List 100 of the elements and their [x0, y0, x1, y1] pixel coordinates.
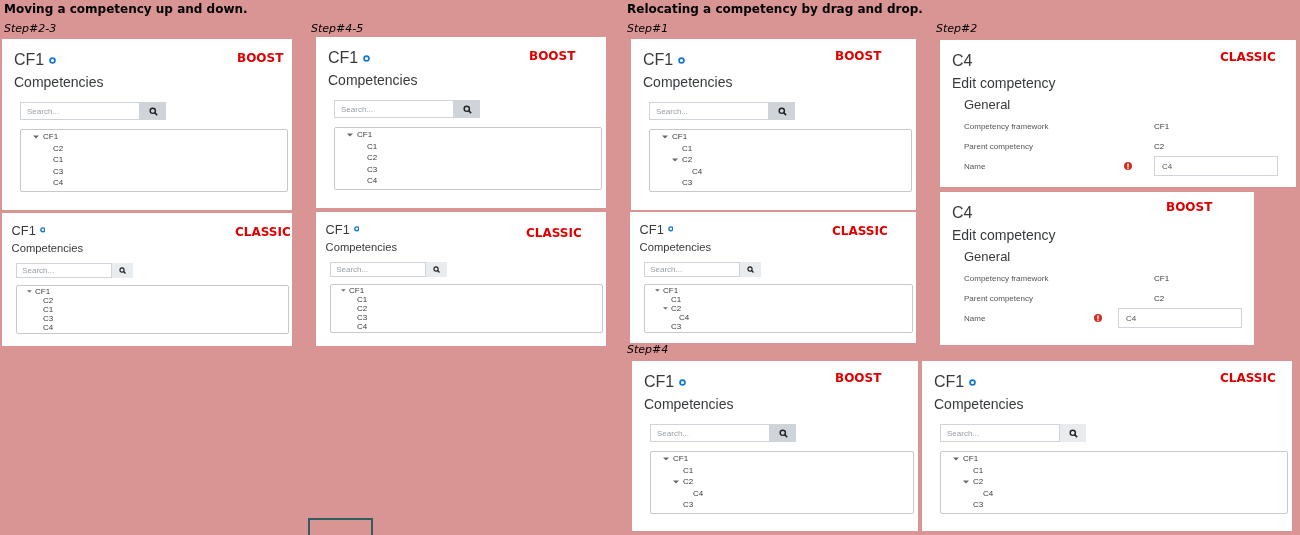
- tree-item[interactable]: C1: [367, 141, 378, 151]
- caret-icon[interactable]: [663, 305, 668, 311]
- required-icon: [1124, 162, 1132, 170]
- tree-item[interactable]: C2: [53, 143, 64, 153]
- tree-item[interactable]: C4: [679, 312, 690, 322]
- field-label: Parent competency: [964, 293, 1034, 303]
- field-value: C2: [1154, 293, 1165, 303]
- caret-icon[interactable]: [27, 288, 32, 294]
- tree-item[interactable]: C4: [983, 488, 994, 498]
- tree-item[interactable]: CF1: [662, 285, 679, 295]
- page-subtitle: Competencies: [11, 241, 85, 254]
- tree-item[interactable]: C2: [367, 153, 378, 163]
- tree-item[interactable]: C3: [53, 166, 64, 176]
- page-subtitle: Competencies: [639, 240, 713, 253]
- theme-label: BOOST: [237, 51, 284, 65]
- tree-item[interactable]: C3: [973, 500, 984, 510]
- tree-item[interactable]: C3: [357, 312, 368, 322]
- search-button[interactable]: [454, 100, 480, 118]
- tree-item[interactable]: CF1: [673, 454, 689, 464]
- search-button[interactable]: [770, 424, 796, 442]
- tree-item[interactable]: C1: [357, 294, 368, 304]
- search-field[interactable]: Search...: [940, 424, 1060, 442]
- tree-item[interactable]: C2: [357, 303, 368, 313]
- caret-icon[interactable]: [655, 287, 660, 293]
- step-label: Step#2-3: [4, 22, 57, 35]
- page-title: CF1: [934, 373, 965, 391]
- search-button[interactable]: [112, 263, 134, 278]
- tree-item[interactable]: CF1: [963, 454, 979, 464]
- search-button[interactable]: [1060, 424, 1086, 442]
- caret-icon[interactable]: [662, 133, 668, 140]
- caret-icon[interactable]: [672, 156, 678, 163]
- tree-item[interactable]: CF1: [34, 286, 51, 296]
- tree-item[interactable]: C4: [367, 176, 378, 186]
- tree-item[interactable]: C1: [671, 294, 682, 304]
- tree-item[interactable]: C4: [692, 166, 703, 176]
- step-label: Step#1: [627, 22, 669, 35]
- field-value: CF1: [1154, 121, 1170, 131]
- tree-item[interactable]: C2: [973, 477, 984, 487]
- tree-item[interactable]: C1: [683, 465, 694, 475]
- caret-icon[interactable]: [963, 478, 969, 485]
- section-heading: Moving a competency up and down.: [4, 2, 248, 16]
- tree-item[interactable]: C3: [671, 321, 682, 331]
- tree-item[interactable]: C1: [43, 304, 54, 314]
- search-field[interactable]: Search...: [16, 263, 113, 278]
- search-field[interactable]: Search...: [644, 262, 741, 277]
- search-field[interactable]: Search...: [20, 102, 140, 120]
- page-subtitle: Edit competency: [952, 227, 1057, 243]
- tree-item[interactable]: C4: [53, 178, 64, 188]
- theme-label: CLASSIC: [1220, 371, 1276, 385]
- section-heading: General: [964, 249, 1012, 264]
- search-icon: [119, 266, 127, 274]
- tree-item[interactable]: CF1: [348, 285, 365, 295]
- tree-item[interactable]: CF1: [357, 130, 373, 140]
- tree-item[interactable]: C2: [43, 295, 54, 305]
- tree-item[interactable]: CF1: [43, 132, 59, 142]
- search-button[interactable]: [426, 262, 448, 277]
- page-title: C4: [952, 52, 973, 70]
- theme-label: BOOST: [835, 49, 882, 63]
- field-value: C2: [1154, 141, 1165, 151]
- search-button[interactable]: [140, 102, 166, 120]
- tree-item[interactable]: C4: [43, 322, 54, 332]
- tree-item[interactable]: C2: [683, 477, 694, 487]
- search-field[interactable]: Search...: [334, 100, 454, 118]
- caret-icon[interactable]: [341, 287, 346, 293]
- tree-item[interactable]: C3: [683, 500, 694, 510]
- tree-item[interactable]: C1: [682, 143, 693, 153]
- caret-icon[interactable]: [663, 455, 669, 462]
- name-field[interactable]: C4: [1118, 308, 1242, 328]
- name-field[interactable]: C4: [1154, 156, 1278, 176]
- search-button[interactable]: [740, 262, 762, 277]
- page-subtitle: Competencies: [934, 396, 1025, 412]
- page-title: CF1: [328, 49, 359, 67]
- page-title: CF1: [639, 221, 664, 237]
- tree-item[interactable]: C3: [367, 164, 378, 174]
- theme-label: CLASSIC: [832, 224, 888, 238]
- caret-icon[interactable]: [953, 455, 959, 462]
- tree-item[interactable]: C3: [682, 178, 693, 188]
- tree-item[interactable]: C1: [973, 465, 984, 475]
- step-label: Step#2: [936, 22, 978, 35]
- tree-item[interactable]: C1: [53, 155, 64, 165]
- tree-item[interactable]: C2: [670, 303, 682, 313]
- tree-item[interactable]: C3: [43, 313, 54, 323]
- caret-icon[interactable]: [33, 133, 39, 140]
- search-field[interactable]: Search...: [649, 102, 769, 120]
- tree-item[interactable]: CF1: [672, 132, 688, 142]
- search-button[interactable]: [769, 102, 795, 120]
- field-label: Name: [964, 161, 987, 171]
- tree-item[interactable]: C4: [357, 321, 368, 331]
- search-icon: [747, 265, 755, 273]
- theme-label: CLASSIC: [1220, 50, 1276, 64]
- field-label: Parent competency: [964, 141, 1034, 151]
- caret-icon[interactable]: [673, 478, 679, 485]
- step-label: Step#4-5: [311, 22, 364, 35]
- search-field[interactable]: Search...: [330, 262, 427, 277]
- search-field[interactable]: Search...: [650, 424, 770, 442]
- tree-item[interactable]: C2: [682, 155, 693, 165]
- theme-label: BOOST: [529, 49, 576, 63]
- tree-item[interactable]: C4: [693, 488, 704, 498]
- step-label: Step#4: [627, 343, 669, 356]
- caret-icon[interactable]: [347, 131, 353, 138]
